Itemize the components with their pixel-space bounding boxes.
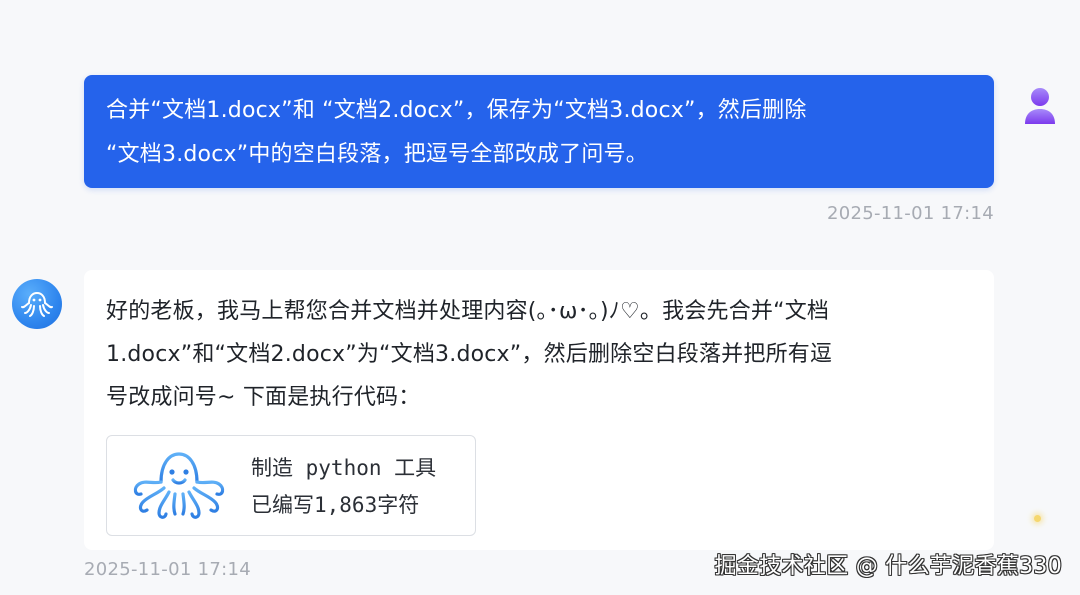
- bot-message-line-3: 号改成问号~ 下面是执行代码：: [106, 385, 421, 410]
- bot-avatar[interactable]: [12, 279, 62, 329]
- octopus-icon: [129, 450, 229, 522]
- tool-title: 制造 python 工具: [251, 456, 437, 480]
- user-message-bubble: 合并“文档1.docx”和 “文档2.docx”，保存为“文档3.docx”，然…: [84, 75, 994, 188]
- bot-message-line-2: 1.docx”和“文档2.docx”为“文档3.docx”，然后删除空白段落并把…: [106, 342, 833, 367]
- tool-card[interactable]: 制造 python 工具 已编写1,863字符: [106, 435, 476, 536]
- bot-message-text: 好的老板，我马上帮您合并文档并处理内容(｡･ω･｡)ﾉ♡。我会先合并“文档 1.…: [106, 290, 974, 419]
- tool-subtitle: 已编写1,863字符: [251, 493, 420, 517]
- bot-message-line-1: 好的老板，我马上帮您合并文档并处理内容(｡･ω･｡)ﾉ♡。我会先合并“文档: [106, 299, 830, 324]
- user-avatar-icon[interactable]: [1023, 86, 1057, 126]
- user-message-timestamp: 2025-11-01 17:14: [826, 203, 994, 224]
- user-message-line-1: 合并“文档1.docx”和 “文档2.docx”，保存为“文档3.docx”，然…: [106, 98, 807, 123]
- sparkle-decoration: [1034, 515, 1041, 522]
- user-message-line-2: “文档3.docx”中的空白段落，把逗号全部改成了问号。: [106, 142, 648, 167]
- octopus-avatar-icon: [21, 291, 53, 317]
- watermark: 掘金技术社区 @ 什么芋泥香蕉330: [714, 554, 1062, 579]
- bot-message-timestamp: 2025-11-01 17:14: [84, 559, 252, 580]
- bot-message-card: 好的老板，我马上帮您合并文档并处理内容(｡･ω･｡)ﾉ♡。我会先合并“文档 1.…: [84, 270, 994, 550]
